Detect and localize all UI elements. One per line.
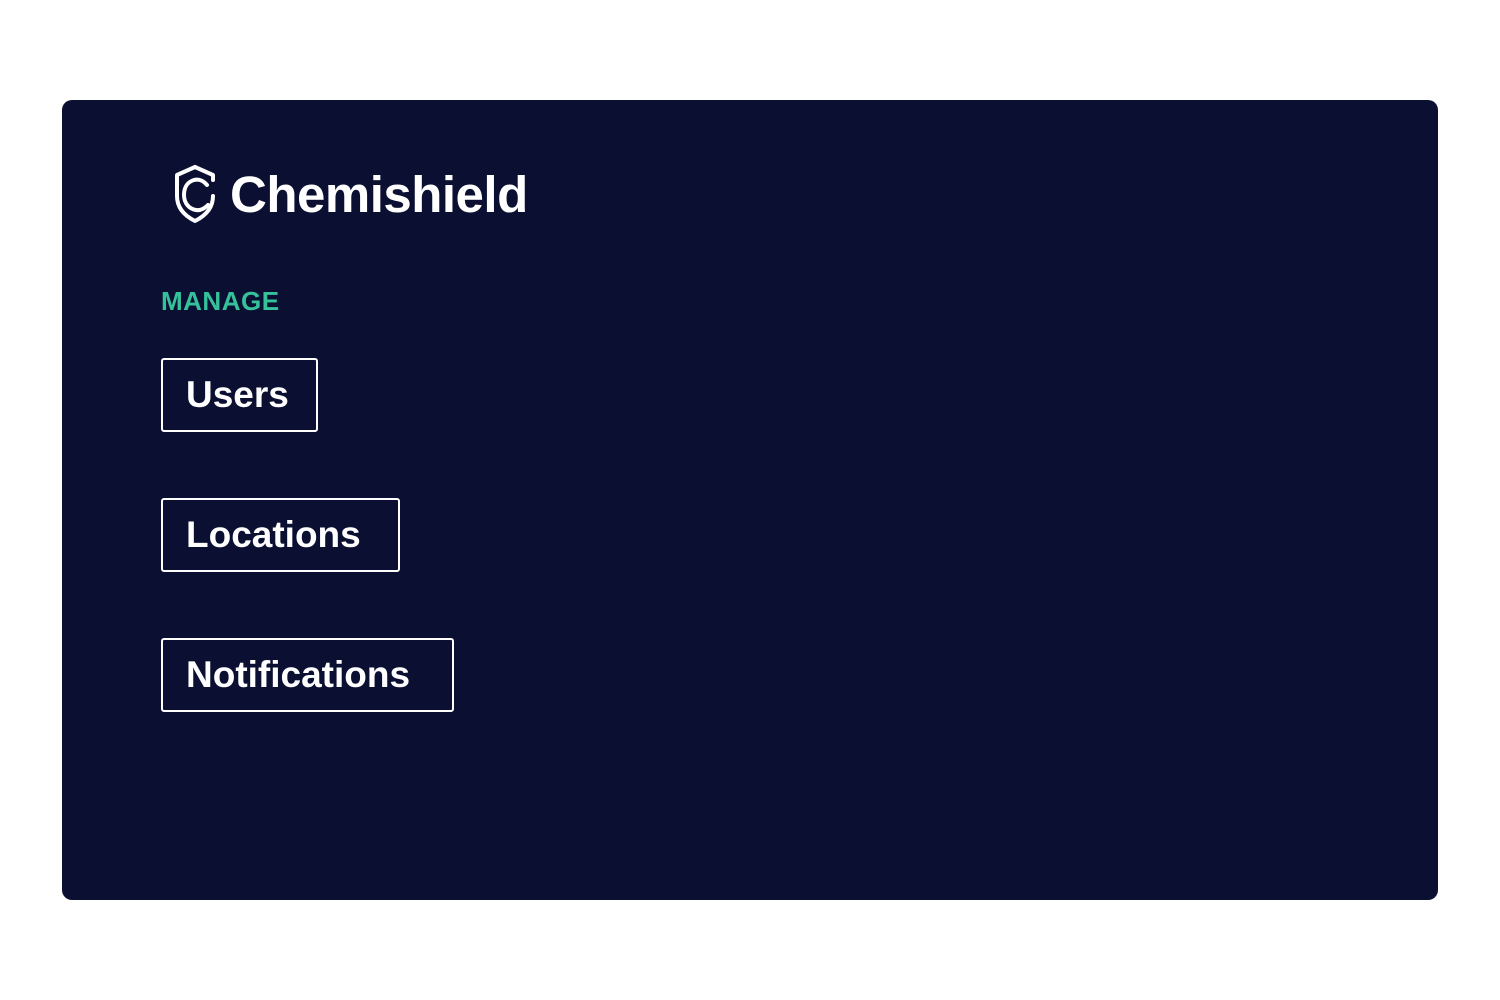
management-panel: Chemishield MANAGE Users Locations Notif…: [62, 100, 1438, 900]
notifications-button[interactable]: Notifications: [161, 638, 454, 712]
users-button[interactable]: Users: [161, 358, 318, 432]
brand-name: Chemishield: [230, 165, 528, 223]
shield-c-logo-icon: [175, 165, 215, 223]
brand-logo: Chemishield: [170, 162, 528, 226]
locations-button[interactable]: Locations: [161, 498, 400, 572]
manage-section-label: MANAGE: [161, 286, 280, 316]
